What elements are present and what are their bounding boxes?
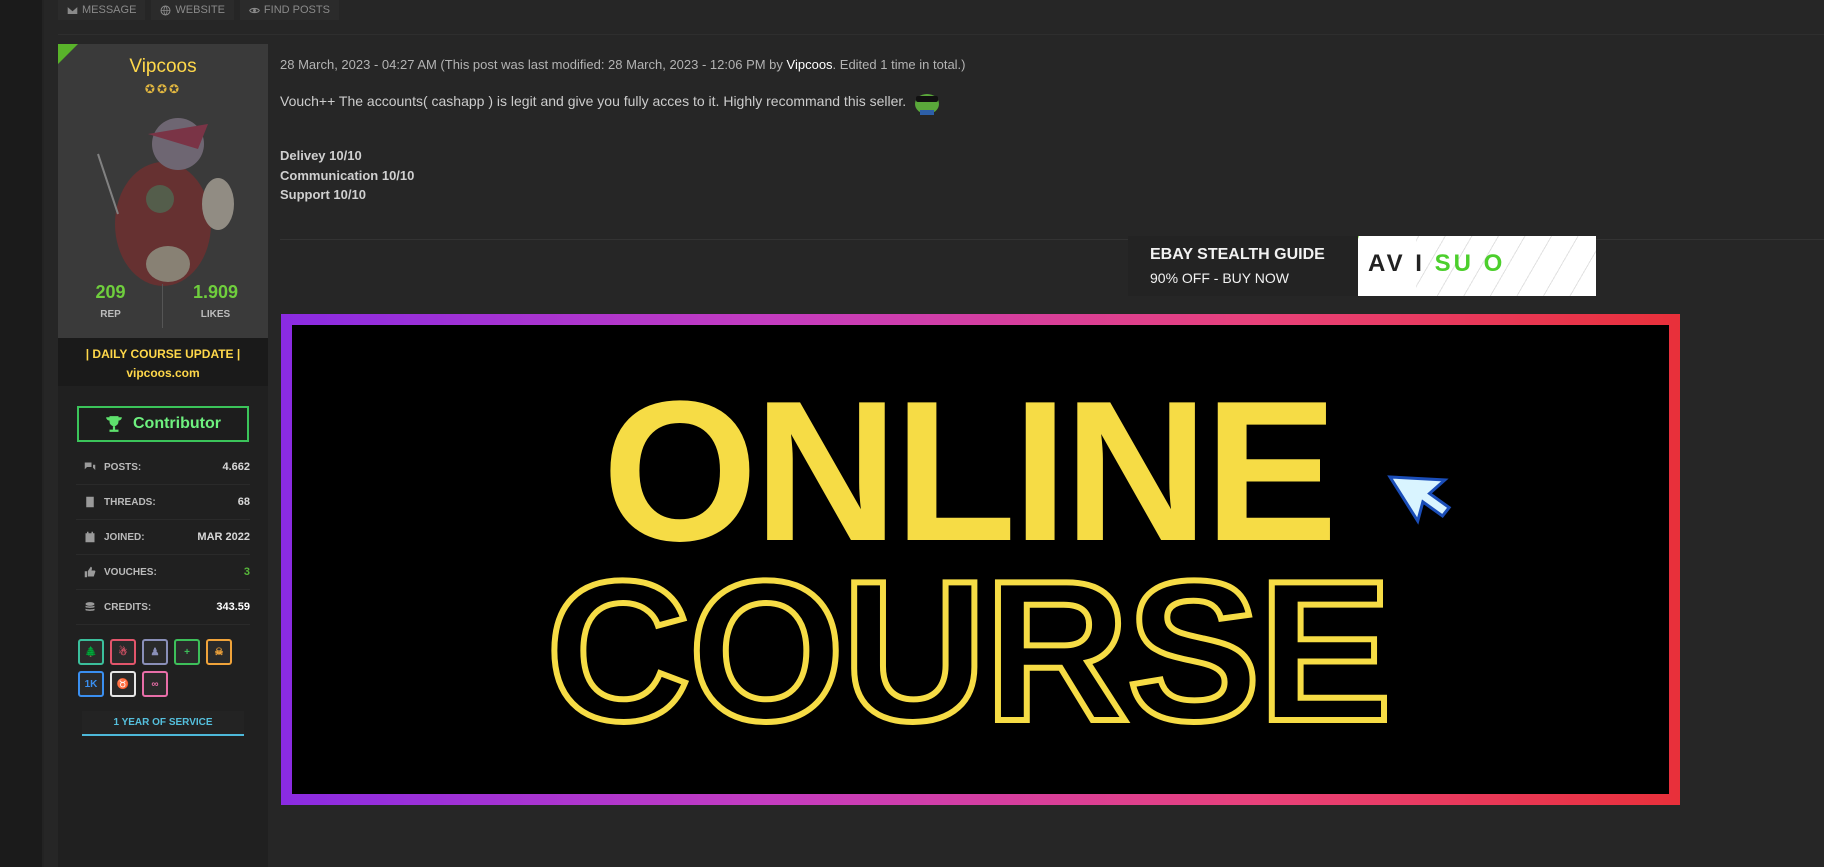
avatar-panel: Vipcoos ✪✪✪ 209 REP 1.909 LIKES bbox=[58, 44, 268, 338]
rep-label: REP bbox=[100, 309, 121, 320]
plus-badge[interactable]: + bbox=[174, 639, 200, 665]
editor-link[interactable]: Vipcoos bbox=[787, 57, 833, 72]
rating-delivery: Delivey 10/10 bbox=[280, 148, 362, 163]
ad-brand-panel: AV I SU O bbox=[1345, 236, 1596, 296]
username[interactable]: Vipcoos bbox=[58, 56, 268, 78]
rating-list: Delivey 10/10 Communication 10/10 Suppor… bbox=[280, 146, 1824, 205]
toolbar-divider bbox=[58, 34, 1824, 35]
website-label: WEBSITE bbox=[175, 4, 225, 16]
rep-stat[interactable]: 209 REP bbox=[66, 282, 156, 320]
rep-value: 209 bbox=[95, 282, 126, 302]
book-icon bbox=[86, 496, 94, 508]
pepe-sunglasses-emoji bbox=[915, 94, 940, 115]
joined-value: MAR 2022 bbox=[197, 531, 250, 543]
online-course-banner[interactable]: ONLINE COURSE bbox=[281, 314, 1680, 805]
threads-value: 68 bbox=[237, 496, 250, 508]
message-button[interactable]: MESSAGE bbox=[58, 0, 146, 20]
rating-support: Support 10/10 bbox=[280, 187, 366, 202]
contributor-label: Contributor bbox=[133, 415, 221, 432]
skull-badge[interactable]: ☠ bbox=[206, 639, 232, 665]
1k-badge[interactable]: 1K bbox=[78, 671, 104, 697]
rating-communication: Communication 10/10 bbox=[280, 167, 415, 183]
info-row-joined: JOINED: MAR 2022 bbox=[76, 520, 250, 555]
left-rail bbox=[0, 0, 44, 867]
credits-key: CREDITS: bbox=[104, 601, 152, 613]
horns-badge[interactable]: ♉ bbox=[110, 671, 136, 697]
coins-icon bbox=[85, 602, 95, 611]
likes-value: 1.909 bbox=[192, 282, 239, 302]
infinity-badge[interactable]: ∞ bbox=[142, 671, 168, 697]
user-tagline: | DAILY COURSE UPDATE | vipcoos.com bbox=[58, 338, 268, 386]
banner-line-course: COURSE bbox=[546, 540, 1390, 763]
course-banner-inner: ONLINE COURSE bbox=[292, 325, 1669, 794]
ad-brand-e: O bbox=[1483, 250, 1506, 277]
contributor-badge: Contributor bbox=[77, 406, 249, 442]
info-row-posts: POSTS: 4.662 bbox=[76, 450, 250, 485]
ad-text-panel: EBAY STEALTH GUIDE 90% OFF - BUY NOW bbox=[1128, 236, 1358, 296]
vouches-key: VOUCHES: bbox=[104, 566, 157, 578]
website-button[interactable]: WEBSITE bbox=[151, 0, 234, 20]
ad-subtitle: 90% OFF - BUY NOW bbox=[1150, 270, 1289, 286]
thumbs-up-icon bbox=[84, 566, 96, 578]
threads-key: THREADS: bbox=[104, 496, 156, 508]
likes-label: LIKES bbox=[200, 309, 231, 320]
user-card: Vipcoos ✪✪✪ 209 REP 1.909 LIKES | DAILY … bbox=[58, 44, 268, 867]
message-label: MESSAGE bbox=[82, 4, 137, 16]
info-row-threads: THREADS: 68 bbox=[76, 485, 250, 520]
reputation-stats: 209 REP 1.909 LIKES bbox=[58, 282, 268, 320]
rank-stars: ✪✪✪ bbox=[144, 82, 182, 96]
posts-value: 4.662 bbox=[222, 461, 250, 473]
avatar[interactable] bbox=[78, 94, 248, 294]
profile-toolbar: MESSAGE WEBSITE FIND POSTS bbox=[58, 0, 339, 20]
user-info-list: POSTS: 4.662 THREADS: 68 JOINED: MAR 202… bbox=[76, 450, 250, 625]
calendar-icon bbox=[85, 531, 95, 543]
course-banner-art: ONLINE COURSE bbox=[543, 360, 1452, 766]
ninja-badge[interactable]: ♟ bbox=[142, 639, 168, 665]
ad-brand-a: A bbox=[1368, 250, 1387, 277]
award-badges: 🌲 ☃ ♟ + ☠ 1K ♉ ∞ bbox=[78, 639, 248, 697]
envelope-icon bbox=[67, 6, 78, 14]
trophy-icon bbox=[106, 416, 122, 432]
eye-icon bbox=[249, 7, 260, 13]
post-text: Vouch++ The accounts( cashapp ) is legit… bbox=[280, 93, 907, 109]
info-row-vouches: VOUCHES: 3 bbox=[76, 555, 250, 590]
tree-badge[interactable]: 🌲 bbox=[78, 639, 104, 665]
edit-note: . Edited 1 time in total.) bbox=[832, 57, 966, 72]
post-body: Vouch++ The accounts( cashapp ) is legit… bbox=[280, 86, 1824, 116]
info-row-credits: CREDITS: 343.59 bbox=[76, 590, 250, 625]
post-meta: 28 March, 2023 - 04:27 AM (This post was… bbox=[280, 57, 1824, 72]
ad-brand-b: V bbox=[1386, 250, 1406, 277]
likes-stat[interactable]: 1.909 LIKES bbox=[171, 282, 261, 320]
post-content: 28 March, 2023 - 04:27 AM (This post was… bbox=[280, 44, 1824, 240]
post-date: 28 March, 2023 - 04:27 AM (This post was… bbox=[280, 57, 787, 72]
joined-key: JOINED: bbox=[104, 531, 145, 543]
ad-title: EBAY STEALTH GUIDE bbox=[1150, 246, 1325, 263]
credits-value: 343.59 bbox=[216, 601, 250, 613]
find-posts-button[interactable]: FIND POSTS bbox=[239, 0, 339, 20]
forum-post-view: MESSAGE WEBSITE FIND POSTS Vipcoos ✪✪✪ 2… bbox=[0, 0, 1824, 867]
ad-brand-text: AV I SU O bbox=[1368, 250, 1505, 278]
ad-brand-d: SU bbox=[1434, 250, 1474, 277]
find-posts-label: FIND POSTS bbox=[263, 4, 330, 16]
tagline-line2[interactable]: vipcoos.com bbox=[58, 364, 268, 383]
cursor-arrow-icon bbox=[1387, 475, 1452, 525]
service-award: 1 YEAR OF SERVICE bbox=[82, 711, 244, 736]
character-badge[interactable]: ☃ bbox=[110, 639, 136, 665]
tagline-line1: | DAILY COURSE UPDATE | bbox=[85, 347, 241, 361]
comments-icon bbox=[84, 462, 96, 470]
ad-brand-c: I bbox=[1415, 250, 1425, 277]
globe-icon bbox=[160, 5, 171, 15]
vouches-value[interactable]: 3 bbox=[244, 566, 250, 578]
ebay-guide-ad[interactable]: AV I SU O EBAY STEALTH GUIDE 90% OFF - B… bbox=[1128, 236, 1596, 296]
posts-key: POSTS: bbox=[104, 461, 142, 473]
